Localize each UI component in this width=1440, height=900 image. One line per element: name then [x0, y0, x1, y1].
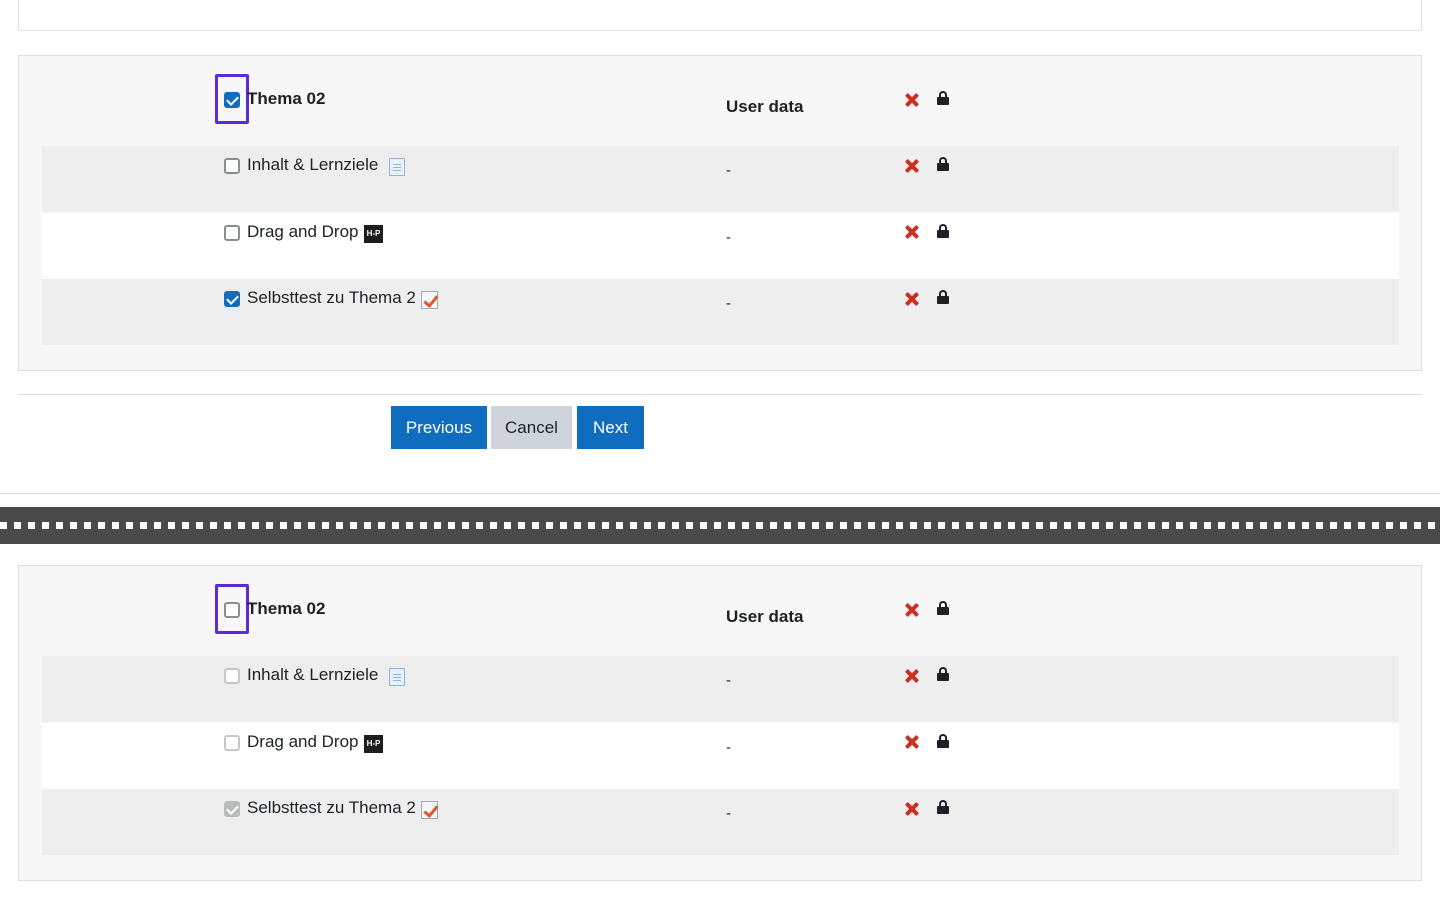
h5p-icon: H-P: [364, 735, 383, 753]
delete-icon[interactable]: [905, 93, 919, 107]
form-divider: [18, 394, 1422, 395]
activity-row: Selbsttest zu Thema 2 -: [42, 279, 1399, 345]
h5p-icon: H-P: [364, 225, 383, 243]
lock-icon: [937, 91, 949, 105]
quiz-icon: [421, 801, 438, 819]
section-title: Thema 02: [247, 599, 326, 618]
section-checkbox[interactable]: [224, 602, 240, 618]
user-data-header: User data: [726, 607, 804, 626]
section-title: Thema 02: [247, 89, 326, 108]
activity-label: Selbsttest zu Thema 2: [247, 288, 416, 307]
activity-row: Inhalt & Lernziele -: [42, 146, 1399, 212]
delete-icon[interactable]: [905, 603, 919, 617]
lock-icon: [937, 601, 949, 615]
restore-section-panel: Thema 02 User data Inhalt & Lernziele - …: [18, 55, 1422, 371]
lock-icon: [937, 224, 949, 238]
activity-row: Inhalt & Lernziele -: [42, 656, 1399, 722]
restore-section-panel: Thema 02 User data Inhalt & Lernziele - …: [18, 565, 1422, 881]
delete-icon[interactable]: [905, 735, 919, 749]
user-data-value: -: [726, 739, 731, 756]
activity-row: Drag and Drop H-P -: [42, 213, 1399, 279]
activity-checkbox[interactable]: [224, 801, 240, 817]
activity-checkbox[interactable]: [224, 291, 240, 307]
lock-icon: [937, 157, 949, 171]
section-checkbox[interactable]: [224, 92, 240, 108]
previous-panel-bottom: [18, 0, 1422, 31]
delete-icon[interactable]: [905, 159, 919, 173]
user-data-value: -: [726, 295, 731, 312]
activity-checkbox[interactable]: [224, 735, 240, 751]
quiz-icon: [421, 291, 438, 309]
delete-icon[interactable]: [905, 802, 919, 816]
delete-icon[interactable]: [905, 292, 919, 306]
lock-icon: [937, 734, 949, 748]
user-data-value: -: [726, 672, 731, 689]
next-button[interactable]: Next: [577, 406, 644, 449]
lock-icon: [937, 667, 949, 681]
screenshot-separator: [0, 507, 1440, 544]
lock-icon: [937, 290, 949, 304]
lock-icon: [937, 800, 949, 814]
user-data-value: -: [726, 229, 731, 246]
delete-icon[interactable]: [905, 225, 919, 239]
section-header: Thema 02 User data: [19, 56, 1421, 146]
delete-icon[interactable]: [905, 669, 919, 683]
previous-button[interactable]: Previous: [391, 406, 487, 449]
activity-checkbox[interactable]: [224, 225, 240, 241]
activity-checkbox[interactable]: [224, 158, 240, 174]
activity-label: Selbsttest zu Thema 2: [247, 798, 416, 817]
page-icon: [389, 668, 405, 686]
user-data-header: User data: [726, 97, 804, 116]
user-data-value: -: [726, 162, 731, 179]
activity-label: Inhalt & Lernziele: [247, 665, 379, 684]
section-header: Thema 02 User data: [19, 566, 1421, 656]
cancel-button[interactable]: Cancel: [491, 406, 572, 449]
activity-row: Selbsttest zu Thema 2 -: [42, 789, 1399, 855]
page-divider: [0, 493, 1440, 494]
activity-label: Drag and Drop: [247, 222, 359, 241]
page-icon: [389, 158, 405, 176]
activity-label: Drag and Drop: [247, 732, 359, 751]
activity-row: Drag and Drop H-P -: [42, 723, 1399, 789]
activity-label: Inhalt & Lernziele: [247, 155, 379, 174]
activity-checkbox[interactable]: [224, 668, 240, 684]
user-data-value: -: [726, 805, 731, 822]
